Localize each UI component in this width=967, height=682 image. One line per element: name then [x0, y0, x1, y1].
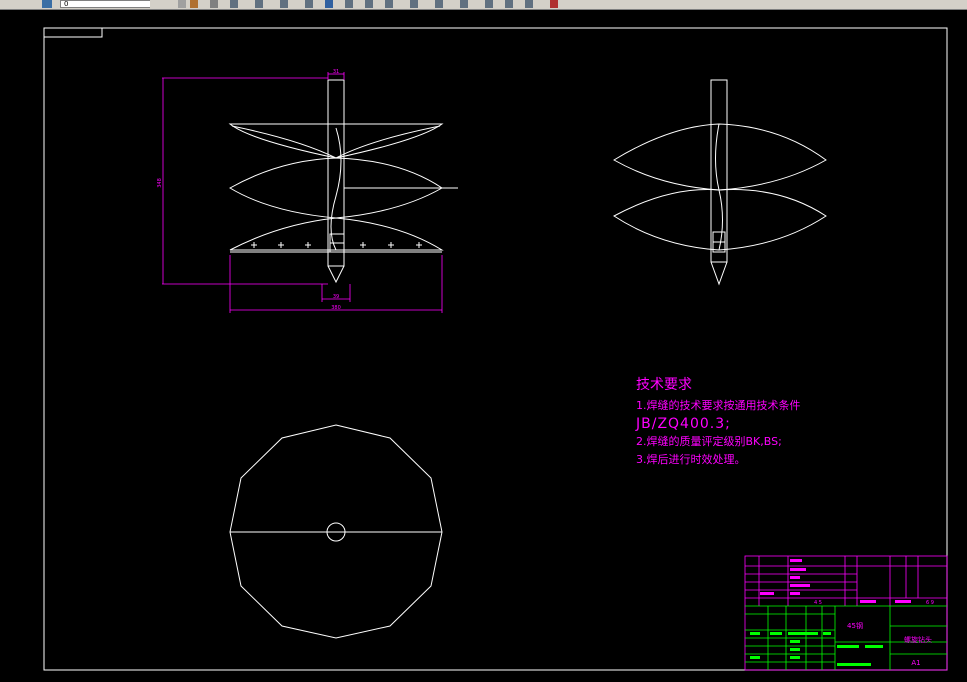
notes-title: 技术要求 — [636, 377, 692, 393]
corner-tab — [43, 27, 103, 38]
trim-icon[interactable] — [435, 0, 443, 8]
notes-line-4: 3.焊后进行时效处理。 — [636, 453, 746, 466]
flight-1-inner — [231, 125, 441, 159]
toolbar: 0 — [0, 0, 967, 10]
undo-icon[interactable] — [210, 0, 218, 8]
title-block-fills — [750, 559, 911, 666]
layer-dropdown-value: 0 — [64, 0, 69, 8]
break-icon[interactable] — [485, 0, 493, 8]
drawing-canvas[interactable]: 31 348 39 380 45钢 螺旋钻头 A1 4 5 6 9 — [0, 10, 967, 682]
layer-dropdown[interactable]: 0 — [60, 0, 156, 8]
array-icon[interactable] — [325, 0, 333, 8]
scale-icon[interactable] — [385, 0, 393, 8]
notes-line-1: 1.焊缝的技术要求按通用技术条件 — [636, 399, 801, 412]
brush-icon[interactable] — [190, 0, 198, 8]
technical-requirements: 技术要求 1.焊缝的技术要求按通用技术条件 JB/ZQ400.3; 2.焊缝的质… — [636, 374, 801, 469]
chamfer-icon[interactable] — [505, 0, 513, 8]
part-name-label: 螺旋钻头 — [904, 635, 932, 644]
properties-icon[interactable] — [230, 0, 238, 8]
front-view — [228, 79, 458, 284]
side-view — [613, 79, 827, 286]
copy-icon[interactable] — [255, 0, 263, 8]
title-block — [744, 555, 948, 671]
layer-icon[interactable] — [42, 0, 52, 8]
dim-shaft-width: 31 — [333, 69, 339, 75]
mirror-icon[interactable] — [280, 0, 288, 8]
dimensions — [162, 72, 443, 313]
helix-edge — [330, 127, 342, 251]
dim-overall-width: 380 — [331, 305, 341, 311]
stretch-icon[interactable] — [410, 0, 418, 8]
material-label: 45钢 — [847, 621, 863, 630]
dim-tip-width: 39 — [333, 294, 339, 300]
dim-height: 348 — [157, 178, 163, 188]
chevron-down-icon[interactable] — [150, 0, 156, 8]
sheet-size-label: A1 — [911, 659, 920, 667]
explode-icon[interactable] — [550, 0, 558, 8]
move-icon[interactable] — [345, 0, 353, 8]
sheet-label: 6 9 — [926, 600, 934, 606]
fillet-icon[interactable] — [525, 0, 533, 8]
top-view — [229, 424, 443, 639]
rotate-icon[interactable] — [365, 0, 373, 8]
extend-icon[interactable] — [460, 0, 468, 8]
save-icon[interactable] — [178, 0, 186, 8]
offset-icon[interactable] — [305, 0, 313, 8]
notes-line-2: JB/ZQ400.3; — [636, 416, 731, 432]
drill-tip — [327, 252, 345, 284]
side-tip — [710, 261, 728, 286]
scale-label: 4 5 — [814, 600, 822, 606]
notes-line-3: 2.焊缝的质量评定级别BK,BS; — [636, 435, 782, 448]
